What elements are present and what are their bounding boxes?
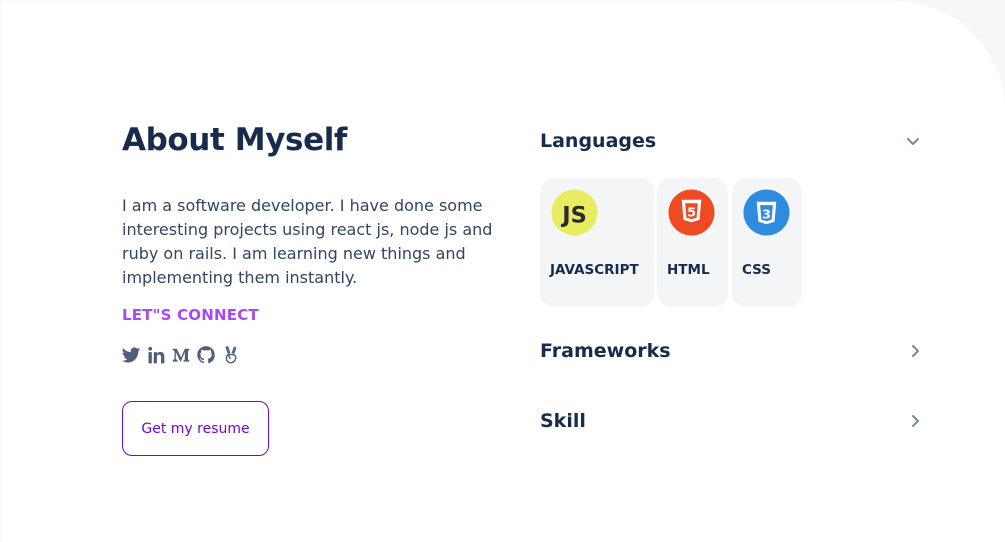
about-description: I am a software developer. I have done s… xyxy=(122,196,493,287)
language-name: HTML xyxy=(667,262,710,278)
connect-label: LET"S CONNECT xyxy=(122,306,259,324)
javascript-badge-text: JS xyxy=(560,202,587,228)
language-card-javascript: JS JAVASCRIPT xyxy=(540,178,654,307)
language-card-html: 5 HTML xyxy=(657,178,728,307)
frameworks-title[interactable]: Frameworks xyxy=(540,340,671,362)
language-card-css: 3 CSS xyxy=(732,178,802,307)
html5-badge-text: 5 xyxy=(687,204,696,219)
about-title: About Myself xyxy=(122,122,348,158)
social-links xyxy=(120,344,242,366)
linkedin-icon[interactable] xyxy=(145,344,167,366)
languages-title[interactable]: Languages xyxy=(540,130,656,152)
chevron-right-icon[interactable] xyxy=(907,343,923,359)
get-resume-button[interactable]: Get my resume xyxy=(122,401,269,456)
chevron-right-icon[interactable] xyxy=(907,413,923,429)
angellist-icon[interactable] xyxy=(220,344,242,366)
css3-badge-text: 3 xyxy=(762,206,771,221)
github-icon[interactable] xyxy=(195,344,217,366)
twitter-icon[interactable] xyxy=(120,344,142,366)
skill-title[interactable]: Skill xyxy=(540,410,586,432)
language-name: CSS xyxy=(742,262,771,278)
html5-icon: 5 xyxy=(668,189,715,236)
chevron-down-icon[interactable] xyxy=(905,133,921,149)
css3-icon: 3 xyxy=(743,189,790,236)
language-name: JAVASCRIPT xyxy=(550,262,639,278)
medium-icon[interactable] xyxy=(170,344,192,366)
javascript-icon: JS xyxy=(551,189,598,236)
